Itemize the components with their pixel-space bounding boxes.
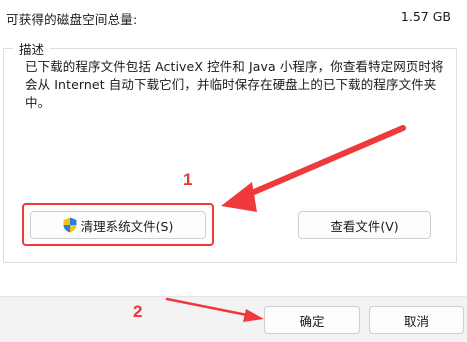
disk-space-value: 1.57 GB xyxy=(400,9,451,24)
cancel-button-label: 取消 xyxy=(403,313,429,329)
disk-space-label: 可获得的磁盘空间总量: xyxy=(6,12,138,27)
step-1-annotation: 1 xyxy=(183,170,193,189)
groupbox-border-right xyxy=(50,48,457,49)
groupbox-border-left xyxy=(3,48,13,49)
view-files-label: 查看文件(V) xyxy=(330,218,399,234)
dialog-body: 可获得的磁盘空间总量: 1.57 GB 描述 已下载的程序文件包括 Active… xyxy=(0,0,467,296)
description-title: 描述 xyxy=(17,39,47,58)
ok-button[interactable]: 确定 xyxy=(264,306,360,334)
view-files-button[interactable]: 查看文件(V) xyxy=(298,211,431,239)
step-2-annotation: 2 xyxy=(133,302,143,321)
cancel-button[interactable]: 取消 xyxy=(369,306,464,334)
cleanup-button-label: 清理系统文件(S) xyxy=(80,218,174,234)
shield-icon xyxy=(63,217,77,233)
description-text: 已下载的程序文件包括 ActiveX 控件和 Java 小程序，你查看特定网页时… xyxy=(25,59,444,110)
cleanup-system-files-button[interactable]: 清理系统文件(S) xyxy=(30,211,206,239)
ok-button-label: 确定 xyxy=(299,313,325,329)
